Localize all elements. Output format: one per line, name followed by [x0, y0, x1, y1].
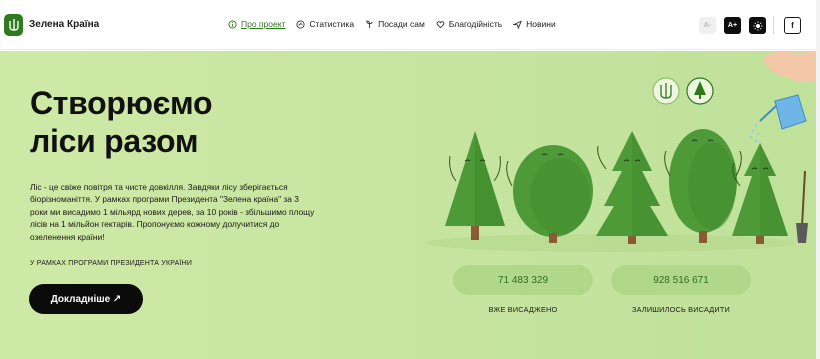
chart-icon	[296, 19, 305, 29]
heart-icon	[436, 20, 445, 28]
hero-title-line-2: ліси разом	[30, 123, 199, 159]
hero-title-line-1: Створюємо	[30, 85, 213, 121]
hero-title: Створюємо ліси разом	[30, 84, 290, 160]
nav-label-about: Про проект	[241, 19, 286, 29]
nav-label-plant: Посади сам	[378, 19, 425, 29]
stat-remaining-label: ЗАЛИШИЛОСЬ ВИСАДИТИ	[632, 305, 730, 314]
more-button[interactable]: Докладніше ↗	[29, 284, 143, 314]
watering-can-icon	[749, 51, 816, 143]
nav-item-about[interactable]: Про проект	[228, 19, 285, 29]
stat-planted-label: ВЖЕ ВИСАДЖЕНО	[488, 305, 558, 314]
nav-item-news[interactable]: Новини	[513, 19, 556, 29]
nav-label-charity: Благодійність	[448, 19, 503, 29]
brand-name[interactable]: Зелена Країна	[29, 19, 99, 30]
info-icon	[228, 19, 237, 29]
main-nav: Про проект Статистика Посади сам Благоді…	[228, 19, 556, 29]
header-divider	[773, 17, 774, 34]
hero-subtitle: У РАМКАХ ПРОГРАМИ ПРЕЗИДЕНТА УКРАЇНИ	[30, 260, 193, 267]
facebook-link[interactable]: f	[784, 17, 801, 34]
font-decrease-button[interactable]: A-	[699, 17, 716, 34]
forestry-emblem-icon	[686, 77, 714, 105]
sun-icon	[753, 21, 762, 30]
tree-4	[664, 129, 742, 243]
tree-2	[506, 145, 593, 243]
tree-5	[732, 143, 788, 244]
nav-item-statistics[interactable]: Статистика	[296, 19, 354, 29]
forest-illustration	[425, 51, 816, 252]
theme-toggle-button[interactable]	[749, 17, 766, 34]
hero-description: Ліс - це свіже повітря та чисте довкілля…	[30, 182, 315, 242]
shovel-icon	[796, 170, 808, 243]
sprout-icon	[366, 19, 373, 28]
font-increase-button[interactable]: A+	[724, 17, 741, 34]
tree-1	[445, 131, 505, 240]
logo-trident-icon[interactable]	[4, 14, 23, 36]
hero-section: Створюємо ліси разом Ліс - це свіже пові…	[0, 51, 816, 359]
tree-3	[596, 131, 668, 244]
trident-emblem-icon	[652, 77, 680, 105]
nav-item-plant[interactable]: Посади сам	[365, 19, 425, 29]
stat-remaining-value: 928 516 671	[611, 265, 751, 295]
stat-planted-value: 71 483 329	[453, 265, 593, 295]
nav-label-news: Новини	[526, 19, 556, 29]
nav-label-statistics: Статистика	[309, 19, 355, 29]
nav-item-charity[interactable]: Благодійність	[436, 19, 502, 29]
site-header: Зелена Країна Про проект Статистика Поса…	[0, 0, 820, 50]
page-scrollbar[interactable]	[816, 0, 820, 359]
send-icon	[513, 19, 523, 29]
